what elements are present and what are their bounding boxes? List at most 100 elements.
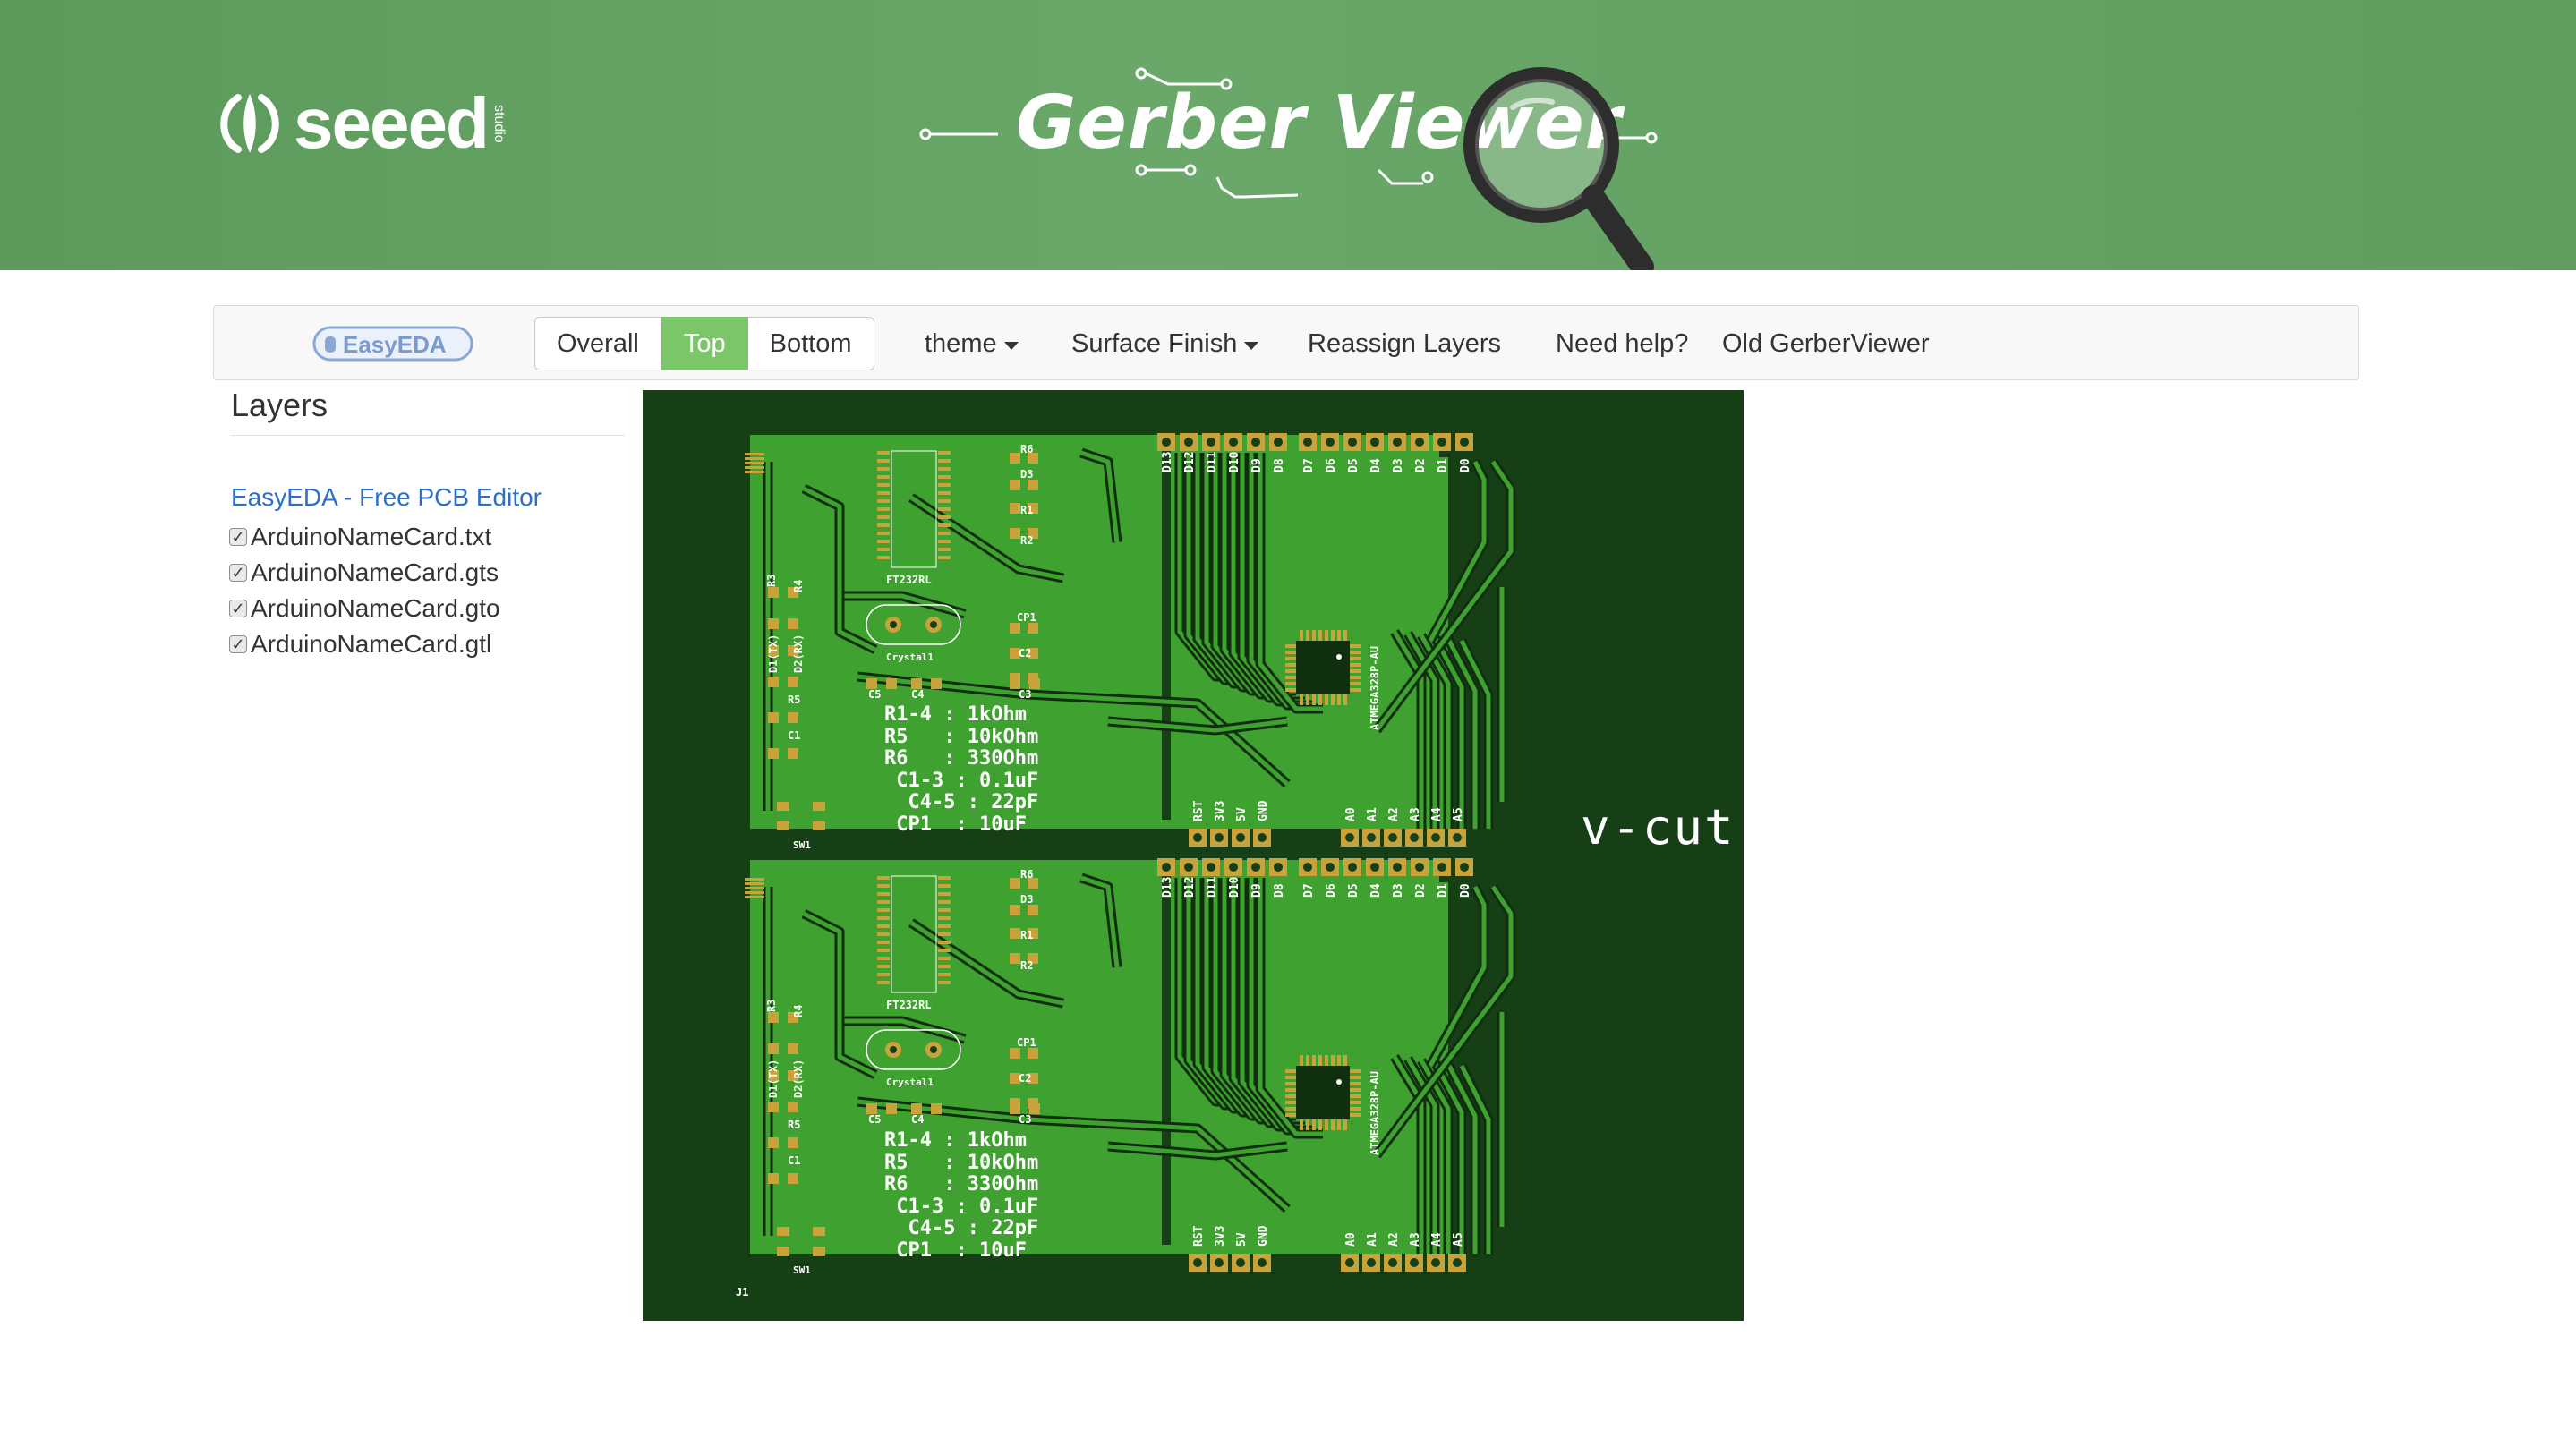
smd-pad: [768, 748, 779, 759]
switch-pad: [813, 802, 825, 811]
layer-filename: ArduinoNameCard.gto: [251, 594, 500, 622]
smd-pad: [788, 712, 798, 723]
silkscreen-label: C3: [1019, 1113, 1031, 1126]
mcu-pad: [1325, 694, 1328, 705]
smd-pad: [768, 677, 779, 687]
header-pin-label: D1: [1437, 458, 1450, 472]
mcu-pad: [1350, 657, 1361, 660]
surface-finish-dropdown[interactable]: Surface Finish: [1071, 306, 1259, 381]
smd-pad: [788, 1137, 798, 1148]
header-pin-label: D4: [1369, 883, 1383, 898]
mcu-pad: [1285, 688, 1296, 692]
layer-item[interactable]: ✓ ArduinoNameCard.txt: [229, 519, 500, 555]
pcb-canvas[interactable]: FT232RL Crystal1 ATMEGA328P-AU D13 D12 D11 D10…: [643, 390, 1744, 1321]
magnifier-icon: [1463, 67, 1654, 270]
smd-pad: [768, 587, 779, 598]
chip-pad: [877, 876, 890, 880]
chip-pad: [877, 491, 890, 495]
mcu-pad: [1318, 694, 1322, 705]
drill-hole: [1184, 863, 1193, 872]
usb-pad: [745, 882, 764, 885]
mcu-body: [1296, 641, 1350, 694]
mcu-pad: [1285, 657, 1296, 660]
smd-pad: [1010, 953, 1020, 964]
silkscreen-label: C5: [868, 1113, 881, 1126]
header-pin-label: D13: [1161, 452, 1174, 472]
mcu-pad: [1285, 1082, 1296, 1085]
page-header: seeed studio Gerber Viewer: [0, 0, 2576, 270]
silkscreen-label: R3: [765, 1000, 778, 1012]
smd-pad: [768, 618, 779, 629]
smd-pad: [788, 618, 798, 629]
layer-checkbox[interactable]: ✓: [229, 635, 247, 654]
header-pin-label: D3: [1392, 883, 1405, 898]
header-pin-label: D9: [1250, 883, 1264, 898]
header-pin-label: A4: [1430, 807, 1444, 821]
mcu-pad: [1285, 1069, 1296, 1073]
chip-pad: [877, 499, 890, 503]
switch-pad: [813, 821, 825, 830]
header-pin-label: D7: [1302, 458, 1316, 472]
drill-hole: [1326, 438, 1335, 447]
chip-pad: [938, 908, 951, 912]
silkscreen-label: R1: [1020, 504, 1033, 516]
need-help-link[interactable]: Need help?: [1556, 306, 1688, 381]
header-pin-label: D0: [1459, 458, 1472, 472]
easyeda-logo[interactable]: EasyEDA: [312, 322, 473, 365]
chip-pad: [938, 467, 951, 471]
layer-item[interactable]: ✓ ArduinoNameCard.gto: [229, 591, 500, 626]
view-overall-button[interactable]: Overall: [534, 317, 661, 370]
drill-hole: [1345, 1258, 1354, 1267]
layer-filename: ArduinoNameCard.gts: [251, 558, 499, 586]
layer-checkbox[interactable]: ✓: [229, 528, 247, 547]
header-pin-label: RST: [1192, 800, 1206, 821]
header-pin-label: RST: [1192, 1225, 1206, 1247]
mcu-pad: [1350, 1113, 1361, 1117]
chip-pad: [938, 475, 951, 479]
view-top-button[interactable]: Top: [661, 317, 748, 370]
header-pin-label: A1: [1366, 807, 1379, 821]
mcu-pad: [1312, 1119, 1316, 1130]
header-pin-label: D8: [1273, 883, 1286, 898]
usb-pad: [745, 896, 764, 898]
drill-hole: [1367, 833, 1376, 842]
seeed-logo[interactable]: seeed studio: [211, 83, 507, 163]
mcu-pad: [1285, 1076, 1296, 1079]
reassign-layers-link[interactable]: Reassign Layers: [1308, 306, 1501, 381]
drill-hole: [890, 1046, 897, 1053]
header-pin-label: D9: [1250, 458, 1264, 472]
toolbar: EasyEDA Overall Top Bottom theme Surface…: [213, 305, 2359, 380]
chip-pad: [938, 556, 951, 559]
view-bottom-button[interactable]: Bottom: [747, 317, 874, 370]
drill-hole: [1162, 863, 1171, 872]
header-pin-label: D2: [1414, 883, 1428, 898]
clearance-gap: [1162, 444, 1171, 820]
header-pin-label: 5V: [1235, 807, 1249, 821]
layer-item[interactable]: ✓ ArduinoNameCard.gts: [229, 555, 500, 591]
old-gerberviewer-link[interactable]: Old GerberViewer: [1722, 306, 1930, 381]
header-pin-label: GND: [1257, 1225, 1270, 1247]
usb-pad: [745, 891, 764, 894]
chip-pad: [877, 924, 890, 928]
chip-pad: [938, 900, 951, 904]
layer-checkbox[interactable]: ✓: [229, 564, 247, 583]
smd-pad: [1010, 928, 1020, 939]
theme-dropdown[interactable]: theme: [925, 306, 1019, 381]
layer-checkbox[interactable]: ✓: [229, 600, 247, 618]
mcu-pad: [1337, 694, 1341, 705]
header-pin-label: 3V3: [1214, 801, 1227, 821]
smd-pad: [1010, 480, 1020, 490]
seeed-logo-text: seeed: [294, 83, 490, 163]
mcu-pad: [1325, 630, 1328, 641]
mcu-pad: [1318, 1055, 1322, 1066]
chip-pad: [938, 884, 951, 888]
chip-pad: [938, 932, 951, 936]
drill-hole: [1431, 1258, 1440, 1267]
chip-pad: [877, 900, 890, 904]
chip-pad: [877, 548, 890, 551]
mcu-pad: [1350, 644, 1361, 648]
layer-item[interactable]: ✓ ArduinoNameCard.gtl: [229, 626, 500, 662]
mcu-pad: [1337, 630, 1341, 641]
easyeda-editor-link[interactable]: EasyEDA - Free PCB Editor: [231, 483, 542, 512]
mcu-pad: [1337, 1055, 1341, 1066]
